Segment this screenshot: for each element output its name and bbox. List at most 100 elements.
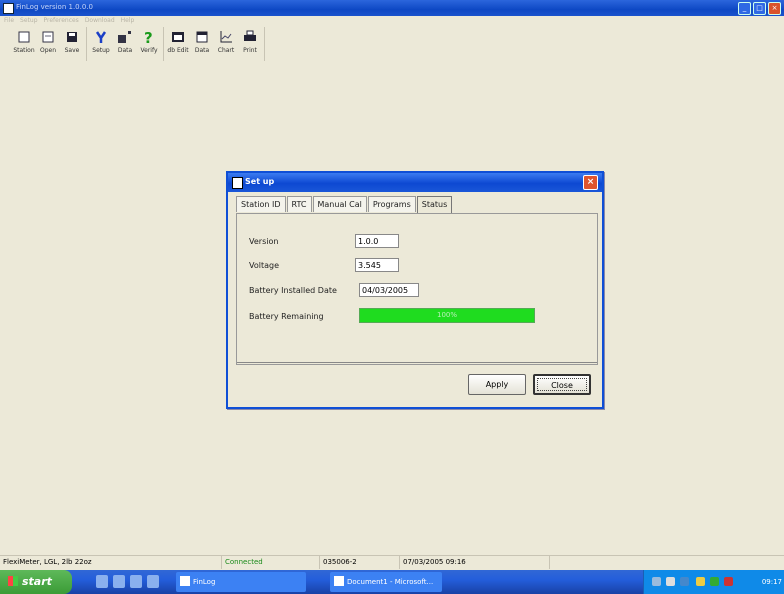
data-icon bbox=[118, 31, 131, 43]
status-location: FlexiMeter, LGL, 2lb 22oz bbox=[0, 556, 222, 569]
quick-launch bbox=[96, 575, 159, 588]
tray-volume-icon[interactable] bbox=[696, 577, 705, 586]
station-label: Station bbox=[13, 47, 35, 54]
window-controls: _ □ × bbox=[738, 2, 781, 15]
windows-logo-icon bbox=[8, 576, 18, 586]
panel-divider bbox=[237, 362, 597, 363]
setup-dialog: Set up × Station ID RTC Manual Cal Progr… bbox=[226, 171, 604, 409]
start-label: start bbox=[22, 575, 52, 588]
version-label: Version bbox=[249, 237, 279, 246]
start-button[interactable]: start bbox=[0, 570, 72, 594]
version-field: 1.0.0 bbox=[355, 234, 399, 248]
status-datetime: 07/03/2005 09:16 bbox=[400, 556, 550, 569]
tab-manual-cal[interactable]: Manual Cal bbox=[312, 196, 367, 212]
status-serial: 035006-2 bbox=[320, 556, 400, 569]
dialog-tabs: Station ID RTC Manual Cal Programs Statu… bbox=[236, 196, 453, 214]
battery-remaining-percent: 100% bbox=[436, 311, 457, 319]
data-download-button[interactable]: Data bbox=[113, 27, 137, 61]
app-title-bar: FinLog version 1.0.0.0 _ □ × bbox=[0, 0, 784, 16]
quick-launch-desktop-icon[interactable] bbox=[130, 575, 142, 588]
dialog-title: Set up bbox=[245, 177, 275, 186]
battery-remaining-progress-bar: 100% bbox=[359, 308, 535, 323]
battery-remaining-label: Battery Remaining bbox=[249, 312, 324, 321]
tab-programs[interactable]: Programs bbox=[367, 196, 416, 212]
quick-launch-outlook-icon[interactable] bbox=[113, 575, 125, 588]
open-button[interactable]: Open bbox=[36, 27, 60, 61]
chart-button[interactable]: Chart bbox=[214, 27, 238, 61]
tab-rtc[interactable]: RTC bbox=[286, 196, 312, 212]
voltage-field: 3.545 bbox=[355, 258, 399, 272]
print-label: Print bbox=[243, 47, 257, 54]
taskbar-item-finlog-label: FinLog bbox=[193, 578, 216, 586]
tab-status[interactable]: Status bbox=[416, 196, 453, 214]
word-task-icon bbox=[334, 576, 344, 586]
station-button[interactable]: Station bbox=[12, 27, 36, 61]
toolbar: Station Open Save Setup Data ? Verify db… bbox=[10, 27, 265, 63]
status-tab-panel: Version 1.0.0 Voltage 3.545 Battery Inst… bbox=[236, 213, 598, 365]
tray-network-icon[interactable] bbox=[666, 577, 675, 586]
save-button[interactable]: Save bbox=[60, 27, 84, 61]
battery-installed-date-label: Battery Installed Date bbox=[249, 286, 337, 295]
tray-language-icon[interactable] bbox=[652, 577, 661, 586]
print-icon bbox=[244, 30, 256, 41]
maximize-button[interactable]: □ bbox=[753, 2, 766, 15]
menu-bar: File Setup Preferences Download Help bbox=[0, 16, 784, 26]
quick-launch-ie-icon[interactable] bbox=[96, 575, 108, 588]
taskbar-item-word[interactable]: Document1 - Microsoft... bbox=[330, 572, 442, 592]
menu-setup[interactable]: Setup bbox=[20, 16, 37, 26]
setup-icon bbox=[95, 31, 107, 43]
toolbar-group-file: Station Open Save bbox=[10, 27, 87, 61]
apply-button[interactable]: Apply bbox=[468, 374, 526, 395]
close-button[interactable]: Close bbox=[533, 374, 591, 395]
toolbar-group-logger: Setup Data ? Verify bbox=[87, 27, 164, 61]
data-label: Data bbox=[117, 47, 133, 54]
dialog-close-x-button[interactable]: × bbox=[583, 175, 598, 190]
app-icon bbox=[3, 3, 14, 14]
chart-icon bbox=[220, 31, 232, 43]
verify-icon: ? bbox=[144, 29, 153, 45]
menu-file[interactable]: File bbox=[4, 16, 14, 26]
save-icon bbox=[67, 32, 77, 42]
station-icon bbox=[18, 31, 30, 43]
tab-station-id[interactable]: Station ID bbox=[236, 196, 286, 212]
tray-security-icon[interactable] bbox=[680, 577, 689, 586]
open-label: Open bbox=[39, 47, 57, 54]
chart-label: Chart bbox=[217, 47, 235, 54]
svg-text:?: ? bbox=[144, 29, 153, 45]
tray-clock[interactable]: 09:17 bbox=[762, 570, 782, 594]
quick-launch-media-icon[interactable] bbox=[147, 575, 159, 588]
taskbar: start FinLog Document1 - Microsoft... 09… bbox=[0, 570, 784, 594]
status-connection: Connected bbox=[222, 556, 320, 569]
menu-help[interactable]: Help bbox=[121, 16, 135, 26]
tray-alert-icon[interactable] bbox=[724, 577, 733, 586]
close-button-focus-ring bbox=[537, 378, 587, 391]
verify-label: Verify bbox=[140, 47, 158, 54]
setup-label: Setup bbox=[92, 47, 110, 54]
data-list-icon bbox=[196, 31, 208, 43]
db-edit-button[interactable]: db Edit bbox=[166, 27, 190, 61]
voltage-label: Voltage bbox=[249, 261, 280, 270]
menu-preferences[interactable]: Preferences bbox=[44, 16, 79, 26]
taskbar-item-finlog[interactable]: FinLog bbox=[176, 572, 306, 592]
app-title: FinLog version 1.0.0.0 bbox=[16, 3, 93, 11]
status-bar: FlexiMeter, LGL, 2lb 22oz Connected 0350… bbox=[0, 555, 784, 569]
dialog-window-icon bbox=[232, 177, 243, 189]
toolbar-group-db: db Edit Data Chart Print bbox=[164, 27, 265, 61]
print-button[interactable]: Print bbox=[238, 27, 262, 61]
dialog-title-bar[interactable]: Set up × bbox=[228, 173, 602, 192]
window-close-button[interactable]: × bbox=[768, 2, 781, 15]
system-tray: 09:17 bbox=[643, 570, 784, 594]
setup-button[interactable]: Setup bbox=[89, 27, 113, 61]
save-label: Save bbox=[64, 47, 80, 54]
data-list-button[interactable]: Data bbox=[190, 27, 214, 61]
verify-button[interactable]: ? Verify bbox=[137, 27, 161, 61]
open-icon bbox=[42, 31, 54, 43]
data-list-label: Data bbox=[194, 47, 210, 54]
taskbar-item-word-label: Document1 - Microsoft... bbox=[347, 578, 434, 586]
menu-download[interactable]: Download bbox=[85, 16, 115, 26]
db-edit-label: db Edit bbox=[167, 47, 189, 54]
finlog-task-icon bbox=[180, 576, 190, 586]
tray-update-icon[interactable] bbox=[710, 577, 719, 586]
minimize-button[interactable]: _ bbox=[738, 2, 751, 15]
battery-installed-date-field: 04/03/2005 bbox=[359, 283, 419, 297]
